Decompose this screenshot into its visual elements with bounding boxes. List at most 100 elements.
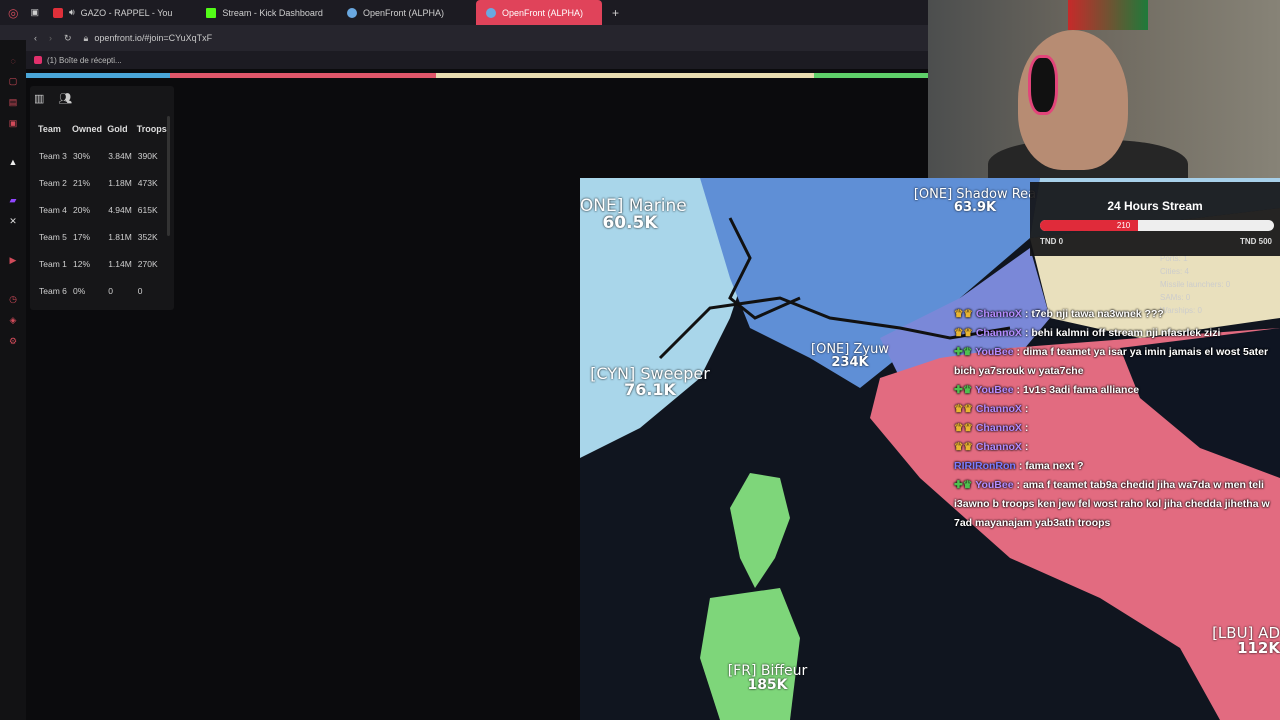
tab-label: OpenFront (ALPHA) bbox=[362, 7, 444, 18]
url-field[interactable]: openfront.io/#join=CYuXqTxF bbox=[94, 33, 212, 43]
chat-username[interactable]: RIRIRonRon bbox=[954, 460, 1016, 472]
player-label[interactable]: [ONE] Marine 60.5K bbox=[580, 198, 690, 232]
chat-username[interactable]: ChannoX bbox=[976, 441, 1022, 453]
cell: 1.81M bbox=[108, 232, 132, 242]
goal-current: 210 bbox=[1116, 221, 1131, 230]
sidebar-icon[interactable]: ◈ bbox=[10, 315, 17, 326]
browser-menu-icon[interactable]: ◎ bbox=[0, 0, 26, 25]
leaderboard-scrollbar[interactable] bbox=[167, 116, 170, 236]
chat-message: ♛♛ ChannoX: t7eb nji tawa na3wnek ??? bbox=[954, 305, 1274, 324]
cell: 17% bbox=[73, 232, 91, 242]
webcam-overlay bbox=[928, 0, 1280, 178]
kick-icon bbox=[206, 7, 217, 18]
table-row: Team 2 21% 1.18M 473K bbox=[34, 170, 168, 197]
chat-badge-icon: ✚♛ bbox=[954, 479, 973, 491]
col-owned[interactable]: Owned bbox=[68, 117, 103, 143]
sidebar-icon[interactable]: ▢ bbox=[9, 76, 18, 87]
col-gold[interactable]: Gold bbox=[103, 117, 133, 143]
chat-message: ♛♛ ChannoX: behi kalmni off stream nji nf… bbox=[954, 324, 1274, 343]
tab-openfront-active[interactable]: OpenFront (ALPHA) bbox=[475, 0, 602, 25]
tab-label: Stream - Kick Dashboard bbox=[222, 7, 323, 18]
player-troops: 234K bbox=[831, 355, 869, 370]
tab-label: OpenFront (ALPHA) bbox=[501, 7, 583, 18]
cell: Team 4 bbox=[39, 205, 67, 215]
chat-username[interactable]: YouBee bbox=[975, 384, 1013, 396]
cell: 270K bbox=[137, 259, 158, 269]
settings-icon[interactable]: ⚙ bbox=[9, 336, 17, 347]
new-tab-button[interactable]: + bbox=[602, 0, 629, 25]
team-bar-segment bbox=[170, 73, 436, 78]
leaderboard-table: Team Owned Gold Troops Team 3 30% 3.84M 390… bbox=[34, 117, 168, 305]
player-troops: 185K bbox=[747, 677, 788, 693]
player-label[interactable]: [FR] Biffeur 185K bbox=[720, 664, 815, 692]
team-icon[interactable]: 👥︎ bbox=[58, 92, 72, 105]
player-label[interactable]: [ONE] Zyuw 234K bbox=[805, 343, 895, 369]
tab-youtube[interactable]: 🔊︎ GAZO - RAPPEL - You bbox=[43, 0, 182, 25]
chat-username[interactable]: ChannoX bbox=[976, 327, 1022, 339]
chat-message: ♛♛ ChannoX: bbox=[954, 438, 1274, 457]
chat-message: ✚♛ YouBee: ama f teamet tab9a chedid jiha… bbox=[954, 476, 1274, 533]
tab-openfront[interactable]: OpenFront (ALPHA) bbox=[337, 0, 454, 25]
sidebar-icon[interactable]: ▣ bbox=[9, 118, 18, 129]
speaker-icon[interactable]: 🔊︎ bbox=[69, 7, 75, 18]
player-label[interactable]: [LBU] AD 112K bbox=[1198, 626, 1280, 656]
info-line: SAMs: 0 bbox=[1160, 293, 1191, 302]
chat-badge-icon: ♛♛ bbox=[954, 308, 973, 320]
table-row: Team 6 0% 0 0 bbox=[34, 278, 168, 305]
tab-label: GAZO - RAPPEL - You bbox=[80, 7, 173, 18]
table-row: Team 4 20% 4.94M 615K bbox=[34, 197, 168, 224]
cell: 30% bbox=[73, 151, 91, 161]
leaderboard-icon[interactable]: ▥ bbox=[34, 92, 44, 105]
sidebar-icon[interactable]: ▶ bbox=[10, 255, 17, 266]
cell: 1.18M bbox=[108, 178, 132, 188]
chat-message: ✚♛ YouBee: 1v1s 3adi fama alliance bbox=[954, 381, 1274, 400]
player-label[interactable]: [ONE] Shadow Rea 63.9K bbox=[910, 188, 1040, 214]
chat-text: : t7eb nji tawa na3wnek ??? bbox=[1024, 308, 1164, 320]
player-name: [FR] Biffeur bbox=[727, 663, 808, 679]
cell: 473K bbox=[137, 178, 158, 188]
team-bar-segment bbox=[26, 73, 170, 78]
screen: ◎ ▣ 🔊︎ GAZO - RAPPEL - You Stream - Kick… bbox=[0, 0, 1280, 720]
twitch-icon[interactable]: ▰ bbox=[10, 195, 17, 206]
cell: 21% bbox=[73, 178, 91, 188]
address-bar: ‹ › ↻ 🔒︎ openfront.io/#join=CYuXqTxF bbox=[0, 25, 928, 51]
chat-badge-icon: ♛♛ bbox=[954, 422, 973, 434]
reload-icon[interactable]: ↻ bbox=[64, 33, 72, 44]
sidebar-icon[interactable]: ▲ bbox=[9, 157, 18, 167]
chat-username[interactable]: ChannoX bbox=[976, 403, 1022, 415]
background-flag bbox=[1068, 0, 1148, 30]
chat-username[interactable]: ChannoX bbox=[976, 308, 1022, 320]
cell: 0 bbox=[137, 286, 143, 296]
cell: Team 2 bbox=[39, 178, 67, 188]
sidebar-icon[interactable]: ◌ bbox=[10, 56, 15, 66]
stream-goal-widget: 24 Hours Stream 210 TND 0 TND 500 bbox=[1030, 182, 1280, 256]
cell: 352K bbox=[137, 232, 158, 242]
cell: 12% bbox=[73, 259, 91, 269]
player-label[interactable]: [CYN] Sweeper 76.1K bbox=[585, 366, 715, 398]
player-troops: 60.5K bbox=[602, 213, 658, 233]
bookmark-item[interactable]: (1) Boîte de récepti... bbox=[47, 56, 122, 65]
chat-badge-icon: ✚♛ bbox=[954, 346, 973, 358]
tab-kick[interactable]: Stream - Kick Dashboard bbox=[196, 0, 333, 25]
info-line: Missile launchers: 0 bbox=[1160, 280, 1231, 289]
col-team[interactable]: Team bbox=[34, 117, 68, 143]
cell: 20% bbox=[73, 205, 91, 215]
chat-username[interactable]: ChannoX bbox=[976, 422, 1022, 434]
x-icon[interactable]: ✕ bbox=[9, 216, 17, 227]
col-troops[interactable]: Troops bbox=[133, 117, 168, 143]
chat-username[interactable]: YouBee bbox=[975, 346, 1013, 358]
goal-progress-fill: 210 bbox=[1040, 220, 1139, 231]
goal-title: 24 Hours Stream bbox=[1107, 199, 1203, 213]
sidebar-icon[interactable]: ◷ bbox=[9, 294, 17, 305]
browser-tab-bar: ◎ ▣ 🔊︎ GAZO - RAPPEL - You Stream - Kick… bbox=[0, 0, 928, 25]
sidebar-icon[interactable]: ▤ bbox=[9, 97, 18, 108]
table-header: Team Owned Gold Troops bbox=[34, 117, 168, 143]
forward-icon[interactable]: › bbox=[49, 33, 52, 43]
back-icon[interactable]: ‹ bbox=[34, 33, 37, 43]
chat-text: : bbox=[1024, 441, 1029, 453]
table-row: Team 1 12% 1.14M 270K bbox=[34, 251, 168, 278]
chat-username[interactable]: YouBee bbox=[975, 479, 1013, 491]
goal-max: TND 500 bbox=[1239, 237, 1272, 246]
cell: 0 bbox=[108, 286, 113, 296]
tab-overview-icon[interactable]: ▣ bbox=[26, 0, 43, 25]
